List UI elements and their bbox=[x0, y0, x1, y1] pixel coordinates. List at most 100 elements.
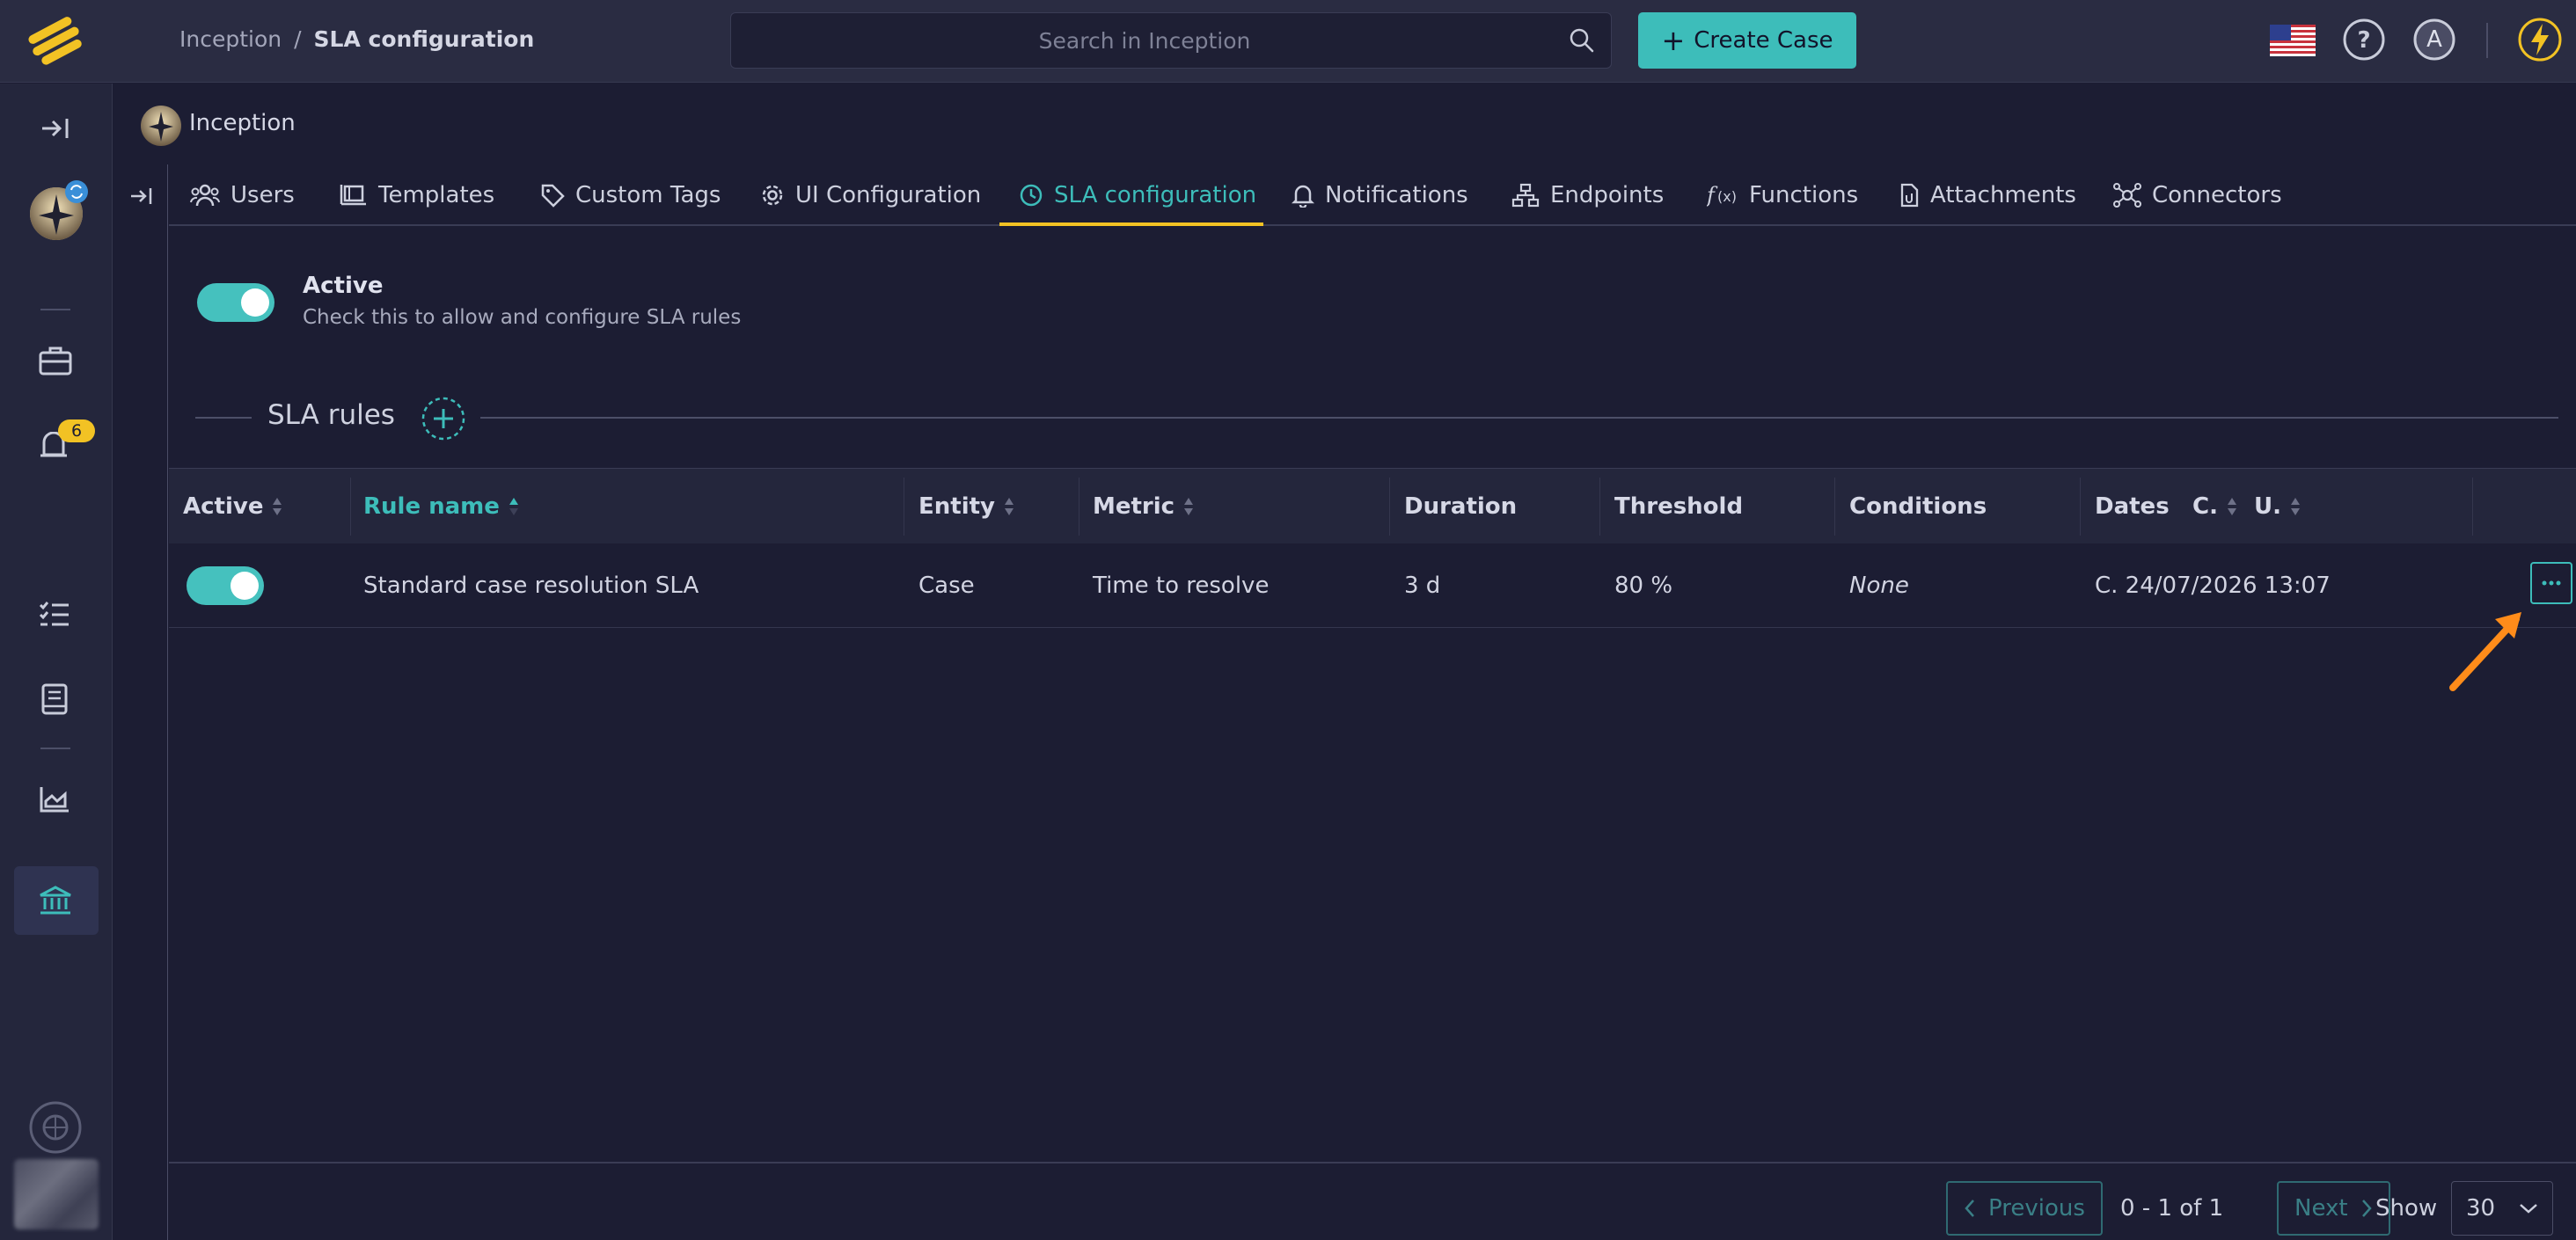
page-size-select[interactable]: 30 bbox=[2451, 1181, 2553, 1236]
chevron-left-icon bbox=[1964, 1199, 1976, 1218]
rule-active-toggle[interactable] bbox=[187, 566, 264, 605]
column-label: Metric bbox=[1093, 493, 1175, 520]
tab-ui-configuration[interactable]: UI Configuration bbox=[760, 164, 981, 226]
tab-label: Notifications bbox=[1325, 182, 1468, 208]
tab-endpoints[interactable]: Endpoints bbox=[1511, 164, 1664, 226]
notification-badge: 6 bbox=[58, 419, 95, 442]
tab-users[interactable]: Users bbox=[190, 164, 295, 226]
breadcrumb-separator: / bbox=[294, 26, 302, 52]
tab-label: UI Configuration bbox=[795, 182, 982, 208]
column-label: Active bbox=[183, 493, 264, 520]
next-label: Next bbox=[2294, 1195, 2348, 1222]
tab-attachments[interactable]: Attachments bbox=[1899, 164, 2076, 226]
sidebar-divider bbox=[40, 309, 70, 310]
column-header-created[interactable]: C. bbox=[2192, 469, 2237, 544]
section-divider bbox=[480, 417, 2558, 419]
column-label: Dates bbox=[2095, 493, 2170, 520]
search-icon[interactable] bbox=[1569, 27, 1595, 54]
tab-sla-configuration[interactable]: SLA configuration bbox=[1019, 164, 1256, 226]
sla-active-label: Active bbox=[303, 273, 384, 299]
briefcase-icon[interactable] bbox=[39, 346, 72, 376]
book-icon[interactable] bbox=[40, 683, 69, 715]
top-bar: Inception / SLA configuration + Create Cas… bbox=[0, 0, 2576, 83]
search-input[interactable] bbox=[731, 13, 1558, 68]
toolbar-divider bbox=[2486, 23, 2488, 58]
sla-rules-title: SLA rules bbox=[267, 399, 395, 431]
show-label: Show bbox=[2375, 1195, 2438, 1222]
tasks-icon[interactable] bbox=[39, 601, 70, 629]
page-size-value: 30 bbox=[2466, 1195, 2496, 1222]
row-actions-button[interactable] bbox=[2530, 562, 2572, 604]
column-label: C. bbox=[2192, 493, 2218, 520]
column-header-active[interactable]: Active bbox=[183, 469, 282, 544]
sort-ascending-icon bbox=[509, 494, 519, 519]
create-case-label: Create Case bbox=[1694, 27, 1833, 54]
column-divider bbox=[1599, 478, 1600, 536]
function-icon: f (x) bbox=[1707, 183, 1738, 208]
next-page-button[interactable]: Next bbox=[2277, 1181, 2390, 1236]
tab-label: Templates bbox=[378, 182, 495, 208]
workspace-header: Inception bbox=[113, 84, 2576, 164]
column-header-conditions: Conditions bbox=[1849, 469, 1987, 544]
cell-duration: 3 d bbox=[1404, 573, 1441, 599]
column-header-rule-name[interactable]: Rule name bbox=[363, 469, 519, 544]
connectors-icon bbox=[2113, 183, 2141, 208]
column-header-threshold: Threshold bbox=[1614, 469, 1743, 544]
add-rule-button[interactable] bbox=[421, 396, 466, 441]
tab-custom-tags[interactable]: Custom Tags bbox=[540, 164, 721, 226]
sort-icon bbox=[1183, 494, 1194, 519]
tab-templates[interactable]: Templates bbox=[340, 164, 494, 226]
cell-dates: C. 24/07/2026 13:07 bbox=[2095, 573, 2331, 599]
column-header-metric[interactable]: Metric bbox=[1093, 469, 1194, 544]
table-header: Active Rule name Entity Metric Duration … bbox=[169, 468, 2576, 543]
expand-sidebar-icon[interactable] bbox=[40, 115, 70, 142]
table-row[interactable]: Standard case resolution SLA Case Time t… bbox=[169, 543, 2576, 628]
tab-functions[interactable]: f (x) Functions bbox=[1707, 164, 1858, 226]
breadcrumb: Inception / SLA configuration bbox=[179, 26, 534, 52]
sort-icon bbox=[272, 494, 282, 519]
more-horizontal-icon bbox=[2541, 580, 2562, 587]
user-avatar[interactable]: A bbox=[2412, 18, 2456, 62]
lightning-icon[interactable] bbox=[2516, 16, 2564, 63]
column-label: Conditions bbox=[1849, 493, 1987, 520]
help-icon[interactable]: ? bbox=[2342, 18, 2386, 62]
tab-label: SLA configuration bbox=[1054, 182, 1257, 208]
column-header-entity[interactable]: Entity bbox=[918, 469, 1014, 544]
column-label: Duration bbox=[1404, 493, 1518, 520]
sidebar-divider bbox=[40, 748, 70, 749]
us-flag-icon[interactable] bbox=[2270, 25, 2316, 56]
user-profile-thumbnail[interactable] bbox=[14, 1159, 99, 1229]
tab-label: Connectors bbox=[2152, 182, 2282, 208]
breadcrumb-root[interactable]: Inception bbox=[179, 26, 282, 52]
column-label: Rule name bbox=[363, 493, 500, 520]
column-label: Entity bbox=[918, 493, 995, 520]
previous-page-button[interactable]: Previous bbox=[1946, 1181, 2103, 1236]
tab-notifications[interactable]: Notifications bbox=[1292, 164, 1468, 226]
app-logo-icon[interactable] bbox=[25, 16, 86, 65]
sort-icon bbox=[1004, 494, 1014, 519]
users-icon bbox=[190, 183, 220, 208]
cell-metric: Time to resolve bbox=[1093, 573, 1270, 599]
tab-connectors[interactable]: Connectors bbox=[2113, 164, 2282, 226]
column-header-updated[interactable]: U. bbox=[2254, 469, 2301, 544]
sla-active-toggle[interactable] bbox=[197, 283, 274, 322]
tab-label: Users bbox=[231, 182, 295, 208]
svg-text:(x): (x) bbox=[1717, 188, 1737, 205]
expand-panel-icon[interactable] bbox=[129, 186, 154, 207]
create-case-button[interactable]: + Create Case bbox=[1638, 12, 1856, 69]
column-header-dates: Dates bbox=[2095, 469, 2170, 544]
cell-entity: Case bbox=[918, 573, 975, 599]
templates-icon bbox=[340, 183, 368, 208]
svg-text:?: ? bbox=[2357, 27, 2370, 54]
dashboard-chart-icon[interactable] bbox=[39, 785, 70, 813]
switch-workspace-icon[interactable] bbox=[63, 179, 90, 205]
attachment-icon bbox=[1899, 183, 1920, 208]
bell-icon bbox=[1292, 183, 1314, 208]
workspace-title: Inception bbox=[189, 110, 296, 136]
active-tab-indicator bbox=[999, 222, 1263, 226]
breadcrumb-current: SLA configuration bbox=[313, 26, 535, 52]
clock-icon bbox=[1019, 183, 1043, 208]
column-divider bbox=[2080, 478, 2081, 536]
integrations-icon[interactable] bbox=[28, 1100, 83, 1155]
user-initial: A bbox=[2426, 26, 2442, 53]
